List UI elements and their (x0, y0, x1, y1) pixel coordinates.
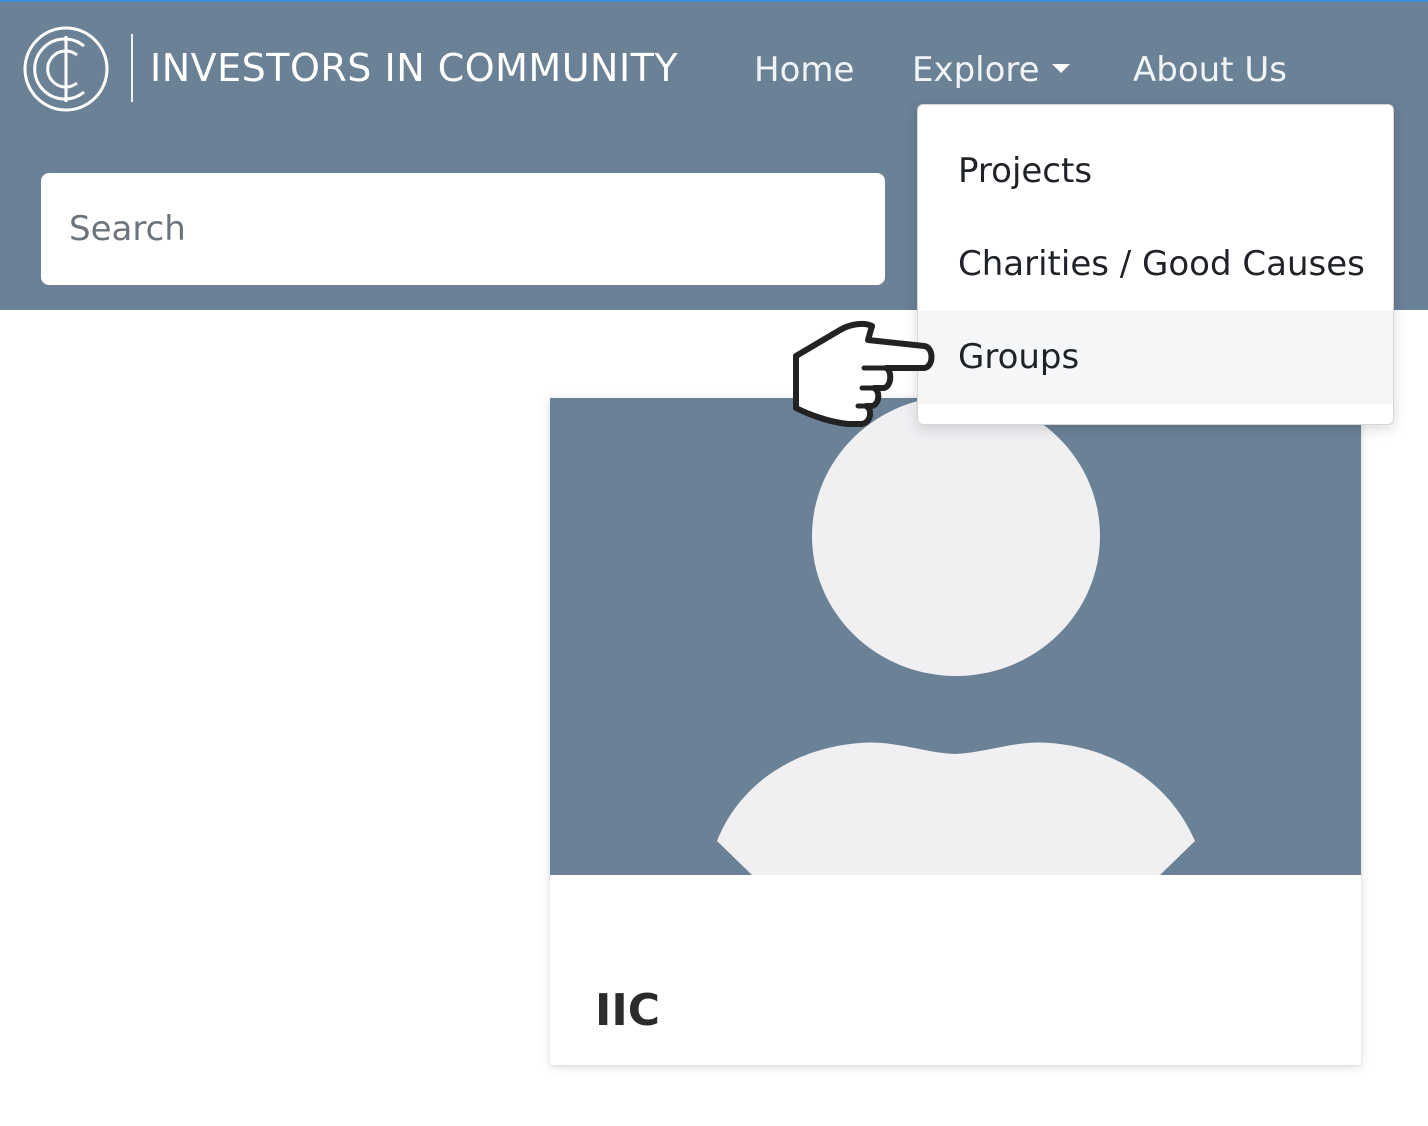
logo-divider (131, 34, 133, 102)
card-title[interactable]: IIC (595, 983, 660, 1039)
iic-logo-icon[interactable] (22, 24, 110, 114)
nav-about-us[interactable]: About Us (1133, 44, 1287, 96)
dropdown-item-charities[interactable]: Charities / Good Causes (918, 218, 1393, 311)
nav-explore-dropdown-toggle[interactable]: Explore (912, 44, 1070, 96)
avatar-body-shape (717, 742, 1195, 875)
default-avatar-icon (550, 398, 1361, 875)
dropdown-item-groups[interactable]: Groups (918, 311, 1393, 404)
nav-home[interactable]: Home (754, 44, 854, 96)
avatar-head-shape (812, 398, 1100, 676)
nav-explore-label: Explore (912, 50, 1040, 90)
hand-pointer-icon (793, 320, 935, 427)
search-input[interactable] (41, 173, 885, 285)
caret-down-icon (1051, 64, 1070, 73)
explore-dropdown-menu: Projects Charities / Good Causes Groups (917, 104, 1394, 425)
brand-name[interactable]: INVESTORS IN COMMUNITY (150, 42, 678, 94)
dropdown-item-projects[interactable]: Projects (918, 125, 1393, 218)
group-card[interactable]: IIC (550, 398, 1361, 1065)
